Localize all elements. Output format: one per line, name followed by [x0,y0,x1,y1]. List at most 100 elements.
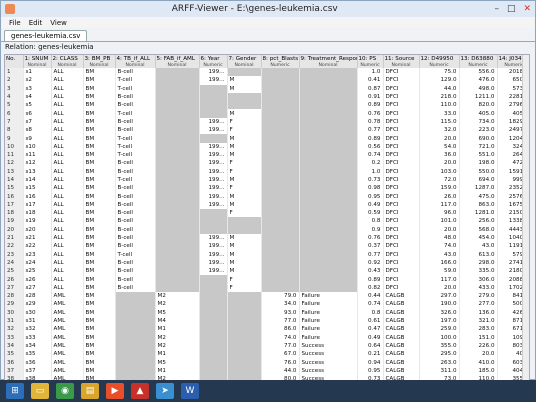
table-row[interactable]: 19 s19 ALL BM B-cell 0.8 DFCI 101.0 256.0 1338.0 [5,217,529,226]
table-cell[interactable]: 29 [5,300,24,309]
table-row[interactable]: 30 s30 AML BM M5 93.0 Failure 0.8 CALGB 326.0 136.… [5,308,529,317]
table-cell[interactable]: M2 [155,300,200,309]
table-cell[interactable]: DFCI [383,233,420,243]
table-cell[interactable] [299,267,358,276]
table-cell[interactable]: T-cell [115,175,156,185]
table-cell[interactable]: 20.0 [459,350,498,359]
table-cell[interactable]: s10 [23,142,52,151]
table-row[interactable]: 18 s18 ALL BM B-cell F 0.59 DFCI 96.0 1281.0 2150.… [5,209,529,218]
table-cell[interactable]: ALL [51,258,84,268]
table-cell[interactable] [299,109,358,118]
table-cell[interactable]: BM [83,175,116,185]
table-cell[interactable]: 103.0 [419,167,460,176]
table-cell[interactable] [299,175,358,185]
table-cell[interactable]: 25 [5,267,24,276]
table-cell[interactable]: F [227,167,262,176]
table-cell[interactable]: 3 [5,84,24,93]
table-cell[interactable] [227,358,262,367]
table-cell[interactable]: 199... [199,167,228,176]
table-cell[interactable]: 197.0 [419,316,460,326]
table-cell[interactable]: F [227,117,262,127]
table-cell[interactable] [199,316,228,326]
column-header[interactable]: No. [5,55,24,62]
table-cell[interactable]: T-cell [115,109,156,118]
table-cell[interactable]: DFCI [383,167,420,176]
table-cell[interactable]: 76.0 [261,358,300,367]
table-cell[interactable] [227,292,262,301]
table-cell[interactable]: 7 [5,117,24,127]
table-cell[interactable]: ALL [51,275,84,284]
table-cell[interactable]: BM [83,233,116,243]
table-cell[interactable]: 0.94 [357,358,384,367]
table-cell[interactable]: 20.0 [419,159,460,168]
table-cell[interactable]: DFCI [383,283,420,293]
table-cell[interactable] [261,200,300,210]
table-row[interactable]: 32 s32 AML BM M1 86.0 Failure 0.47 CALGB 259.0 283… [5,325,529,334]
table-cell[interactable]: M [227,134,262,143]
table-row[interactable]: 23 s23 ALL BM T-cell 199... M 0.77 DFCI 43.0 613.0… [5,250,529,259]
table-cell[interactable] [261,101,300,110]
table-cell[interactable]: 0.76 [357,233,384,243]
table-cell[interactable]: 256.0 [459,217,498,226]
table-cell[interactable]: 0.2 [357,159,384,168]
table-cell[interactable]: 35 [5,350,24,359]
table-cell[interactable]: M1 [155,366,200,375]
table-cell[interactable] [155,209,200,218]
table-cell[interactable]: 86.0 [261,325,300,334]
table-row[interactable]: 25 s25 ALL BM B-cell 199... M 0.43 DFCI 59.0 335.0… [5,267,529,276]
table-cell[interactable]: Failure [299,300,358,309]
table-cell[interactable]: s36 [23,358,52,367]
table-cell[interactable]: DFCI [383,84,420,93]
table-cell[interactable]: 9 [5,134,24,143]
menu-view[interactable]: View [50,19,67,27]
table-row[interactable]: 16 s16 ALL BM B-cell 199... M 0.95 DFCI 26.0 475.0… [5,192,529,201]
table-cell[interactable]: 48.0 [419,233,460,243]
table-cell[interactable]: 166.0 [419,258,460,268]
table-cell[interactable]: 199... [199,142,228,151]
table-cell[interactable]: 93.0 [261,308,300,317]
table-cell[interactable]: ALL [51,92,84,102]
table-cell[interactable]: ALL [51,242,84,251]
table-cell[interactable]: 5 [5,101,24,110]
table-cell[interactable]: 0.41 [357,76,384,85]
table-cell[interactable]: s35 [23,350,52,359]
table-cell[interactable]: M5 [155,308,200,317]
table-cell[interactable]: ALL [51,233,84,243]
table-cell[interactable]: DFCI [383,267,420,276]
column-header[interactable]: 9: Treatment_Response [299,55,358,62]
table-cell[interactable] [155,101,200,110]
table-cell[interactable]: F [227,283,262,293]
table-cell[interactable]: CALGB [383,333,420,342]
table-cell[interactable]: 0.44 [357,292,384,301]
table-cell[interactable]: BM [83,84,116,93]
table-cell[interactable] [115,292,156,301]
table-cell[interactable]: 321.0 [459,316,498,326]
table-cell[interactable] [227,101,262,110]
table-cell[interactable] [155,84,200,93]
table-cell[interactable]: s2 [23,76,52,85]
table-cell[interactable]: s27 [23,283,52,293]
table-cell[interactable] [299,150,358,160]
table-cell[interactable]: 136.0 [459,308,498,317]
table-cell[interactable]: 0.61 [357,316,384,326]
table-cell[interactable]: s17 [23,200,52,210]
table-cell[interactable] [299,200,358,210]
table-cell[interactable] [199,308,228,317]
table-cell[interactable] [155,175,200,185]
table-cell[interactable] [155,76,200,85]
table-cell[interactable]: ALL [51,267,84,276]
table-cell[interactable] [299,134,358,143]
table-cell[interactable]: 199... [199,68,228,77]
table-cell[interactable] [155,258,200,268]
table-cell[interactable]: BM [83,308,116,317]
table-cell[interactable] [199,333,228,342]
table-cell[interactable]: 326.0 [419,308,460,317]
table-cell[interactable]: 0.21 [357,350,384,359]
table-cell[interactable]: 0.49 [357,200,384,210]
table-cell[interactable]: ALL [51,159,84,168]
table-cell[interactable] [299,225,358,234]
table-cell[interactable]: B-cell [115,117,156,127]
table-row[interactable]: 12 s12 ALL BM B-cell 199... F 0.2 DFCI 20.0 198.0 4… [5,159,529,168]
table-cell[interactable]: 0.74 [357,300,384,309]
media-player-icon[interactable]: ▶ [106,383,124,399]
